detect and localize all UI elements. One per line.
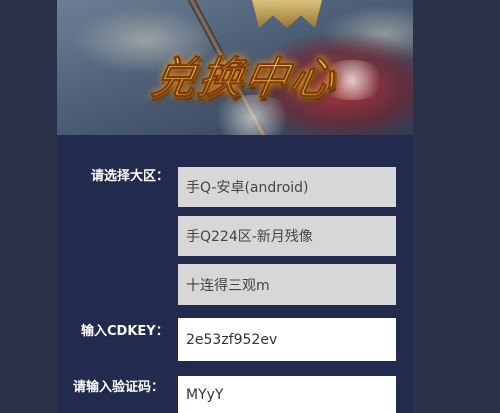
redeem-form-panel: 请选择大区： 手Q-安卓(android) 手Q224区-新月残像 十连得三观m… xyxy=(57,135,413,413)
server-select[interactable]: 手Q224区-新月残像 xyxy=(178,216,396,256)
banner-title: 兑换中心 xyxy=(129,42,360,106)
cdkey-label: 输入CDKEY： xyxy=(81,324,169,339)
platform-select[interactable]: 手Q-安卓(android) xyxy=(178,167,396,207)
captcha-input[interactable]: MYyY xyxy=(178,376,396,413)
region-label: 请选择大区： xyxy=(91,169,170,184)
banner-image: 兑换中心 xyxy=(57,0,413,135)
role-select[interactable]: 十连得三观m xyxy=(178,264,396,305)
cdkey-input[interactable]: 2e53zf952ev xyxy=(178,318,396,361)
captcha-label: 请输入验证码： xyxy=(73,380,165,395)
crown-decoration xyxy=(252,0,322,28)
